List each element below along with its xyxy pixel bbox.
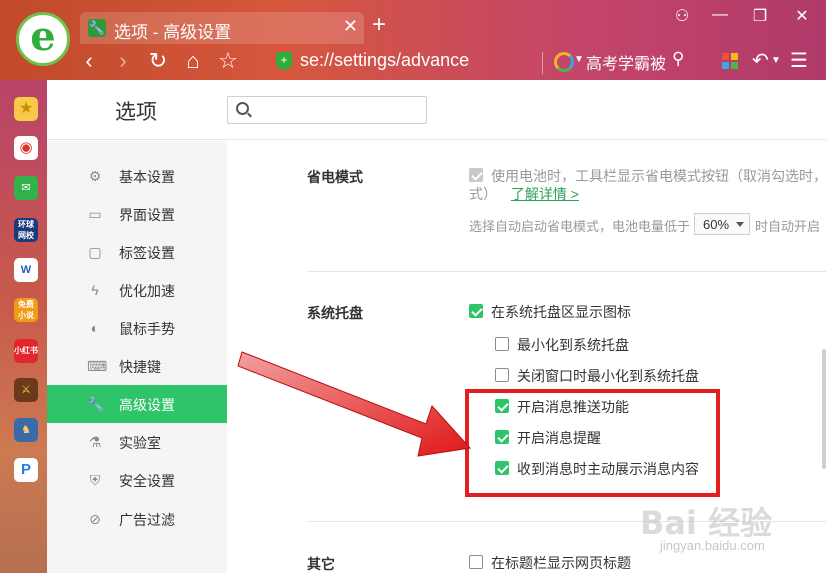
watermark-sub: jingyan.baidu.com [660,538,765,553]
annotation-arrow-icon [237,351,471,457]
watermark: Bai 经验 jingyan.baidu.com [640,498,820,568]
